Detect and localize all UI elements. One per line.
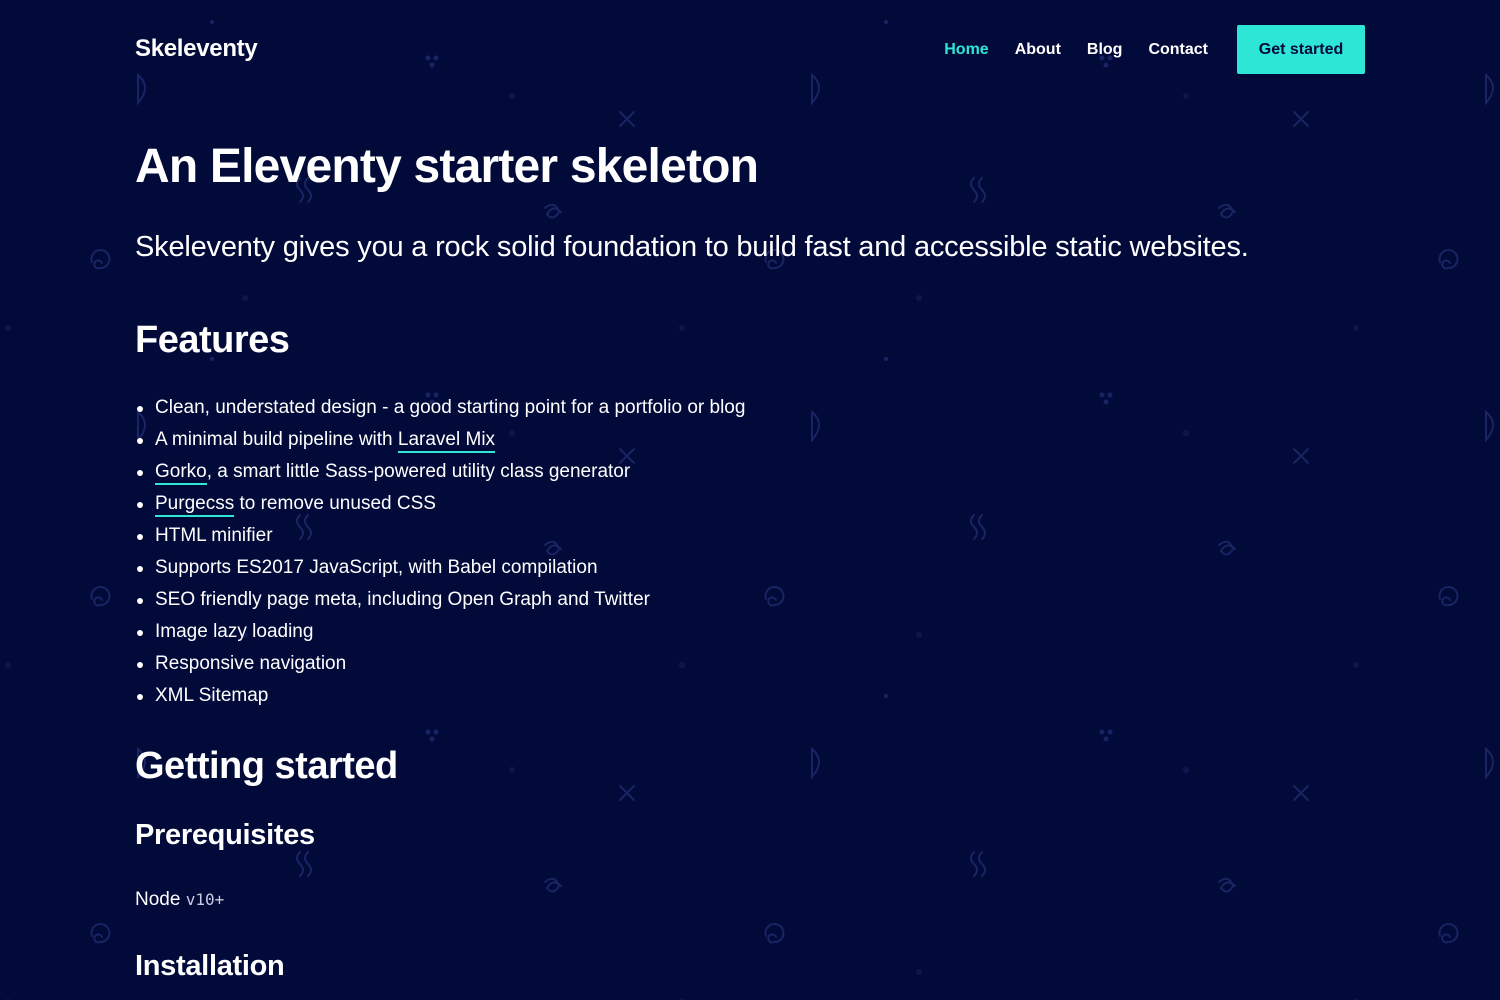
getting-started-heading: Getting started <box>135 745 398 787</box>
installation-heading: Installation <box>135 950 285 982</box>
features-heading: Features <box>135 319 290 361</box>
list-item-text: to remove unused CSS <box>234 493 436 514</box>
list-item-text: Responsive navigation <box>155 653 347 674</box>
nav-link-contact[interactable]: Contact <box>1148 41 1208 59</box>
nav-link-home[interactable]: Home <box>944 41 988 59</box>
list-item: XML Sitemap <box>135 680 745 712</box>
list-item: Purgecss to remove unused CSS <box>135 488 745 520</box>
page: Skeleventy Home About Blog Contact Get s… <box>0 0 1500 1000</box>
get-started-button[interactable]: Get started <box>1237 25 1365 74</box>
bullet-icon <box>137 694 143 700</box>
list-item: SEO friendly page meta, including Open G… <box>135 584 745 616</box>
bullet-icon <box>137 470 143 476</box>
list-item: Responsive navigation <box>135 648 745 680</box>
list-item: HTML minifier <box>135 520 745 552</box>
list-item-text: Supports ES2017 JavaScript, with Babel c… <box>155 557 598 578</box>
bullet-icon <box>137 406 143 412</box>
list-item: A minimal build pipeline with Laravel Mi… <box>135 424 745 456</box>
list-item: Gorko, a smart little Sass-powered utili… <box>135 456 745 488</box>
site-header: Skeleventy Home About Blog Contact Get s… <box>135 25 1365 74</box>
bullet-icon <box>137 566 143 572</box>
list-item-text: SEO friendly page meta, including Open G… <box>155 589 650 610</box>
page-title: An Eleventy starter skeleton <box>135 140 759 193</box>
purgecss-link[interactable]: Purgecss <box>155 493 235 517</box>
list-item: Supports ES2017 JavaScript, with Babel c… <box>135 552 745 584</box>
prerequisite-label: Node <box>135 889 186 910</box>
bullet-icon <box>137 502 143 508</box>
laravel-mix-link[interactable]: Laravel Mix <box>397 429 496 453</box>
main-nav: Home About Blog Contact Get started <box>918 25 1365 74</box>
prerequisite-text: Node v10+ <box>135 886 224 914</box>
node-version-code: v10+ <box>185 890 225 909</box>
list-item-text: Image lazy loading <box>155 621 314 642</box>
nav-link-blog[interactable]: Blog <box>1087 41 1123 59</box>
list-item: Clean, understated design - a good start… <box>135 392 745 424</box>
site-logo[interactable]: Skeleventy <box>135 35 258 63</box>
bullet-icon <box>137 598 143 604</box>
nav-link-about[interactable]: About <box>1015 41 1061 59</box>
bullet-icon <box>137 630 143 636</box>
list-item-text: A minimal build pipeline with <box>155 429 398 450</box>
features-list: Clean, understated design - a good start… <box>135 392 745 712</box>
bullet-icon <box>137 438 143 444</box>
prerequisites-heading: Prerequisites <box>135 819 315 851</box>
list-item-text: XML Sitemap <box>155 685 269 706</box>
bullet-icon <box>137 662 143 668</box>
list-item-text: , a smart little Sass-powered utility cl… <box>206 461 631 482</box>
hero-lead: Skeleventy gives you a rock solid founda… <box>135 231 1249 263</box>
list-item-text: Clean, understated design - a good start… <box>155 397 746 418</box>
gorko-link[interactable]: Gorko <box>155 461 207 485</box>
list-item-text: HTML minifier <box>155 525 273 546</box>
list-item: Image lazy loading <box>135 616 745 648</box>
bullet-icon <box>137 534 143 540</box>
